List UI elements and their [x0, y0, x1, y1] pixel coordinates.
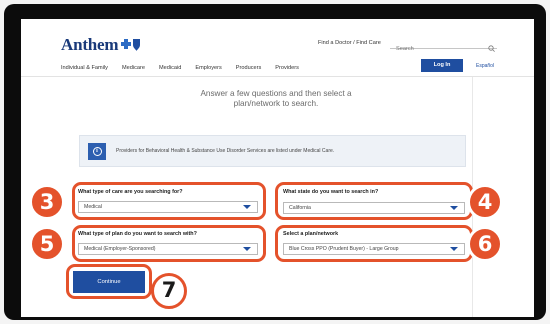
- care-type-select[interactable]: Medical: [78, 201, 258, 213]
- search-box[interactable]: [390, 37, 497, 55]
- nav-medicare[interactable]: Medicare: [122, 65, 145, 71]
- continue-button[interactable]: Continue: [73, 271, 145, 293]
- chevron-down-icon: [243, 205, 251, 209]
- search-icon[interactable]: [488, 39, 495, 52]
- info-banner-text: Providers for Behavioral Health & Substa…: [116, 148, 335, 154]
- care-type-value: Medical: [84, 204, 102, 210]
- plan-type-select[interactable]: Medical (Employer-Sponsored): [78, 243, 258, 255]
- state-label: What state do you want to search in?: [283, 189, 379, 195]
- callout-badge-3: 3: [29, 184, 65, 220]
- page-headline: Answer a few questions and then select a…: [200, 89, 352, 108]
- logo-text: Anthem: [61, 35, 119, 54]
- nav-producers[interactable]: Producers: [236, 65, 262, 71]
- chevron-down-icon: [450, 206, 458, 210]
- plan-network-value: Blue Cross PPO (Prudent Buyer) - Large G…: [289, 246, 399, 252]
- callout-highlight-state: [275, 182, 473, 220]
- plan-network-label: Select a plan/network: [283, 231, 339, 237]
- info-icon: i: [88, 142, 106, 160]
- plan-type-value: Medical (Employer-Sponsored): [84, 246, 156, 252]
- blue-cross-blue-shield-icon: [121, 38, 141, 52]
- plan-type-label: What type of plan do you want to search …: [78, 231, 197, 237]
- callout-badge-4: 4: [467, 184, 503, 220]
- callout-badge-6: 6: [467, 226, 503, 262]
- chevron-down-icon: [243, 247, 251, 251]
- find-doctor-link[interactable]: Find a Doctor / Find Care: [318, 40, 381, 46]
- callout-badge-5: 5: [29, 226, 65, 262]
- state-value: California: [289, 205, 311, 211]
- nav-providers[interactable]: Providers: [275, 65, 299, 71]
- device-frame: Anthem Find a Doctor / Find Care Individ…: [4, 4, 546, 320]
- header-divider: [21, 76, 534, 77]
- nav-medicaid[interactable]: Medicaid: [159, 65, 181, 71]
- login-button[interactable]: Log In: [421, 59, 463, 72]
- state-select[interactable]: California: [283, 202, 465, 214]
- callout-badge-7: 7: [151, 273, 187, 309]
- nav-employers[interactable]: Employers: [195, 65, 221, 71]
- anthem-logo[interactable]: Anthem: [61, 35, 141, 55]
- chevron-down-icon: [450, 247, 458, 251]
- main-nav: Individual & Family Medicare Medicaid Em…: [61, 65, 313, 71]
- browser-screen: Anthem Find a Doctor / Find Care Individ…: [21, 19, 534, 317]
- search-input[interactable]: [390, 43, 480, 55]
- espanol-link[interactable]: Español: [476, 63, 494, 69]
- care-type-label: What type of care are you searching for?: [78, 189, 183, 195]
- plan-network-select[interactable]: Blue Cross PPO (Prudent Buyer) - Large G…: [283, 243, 465, 255]
- info-banner: i Providers for Behavioral Health & Subs…: [79, 135, 466, 167]
- nav-individual-family[interactable]: Individual & Family: [61, 65, 108, 71]
